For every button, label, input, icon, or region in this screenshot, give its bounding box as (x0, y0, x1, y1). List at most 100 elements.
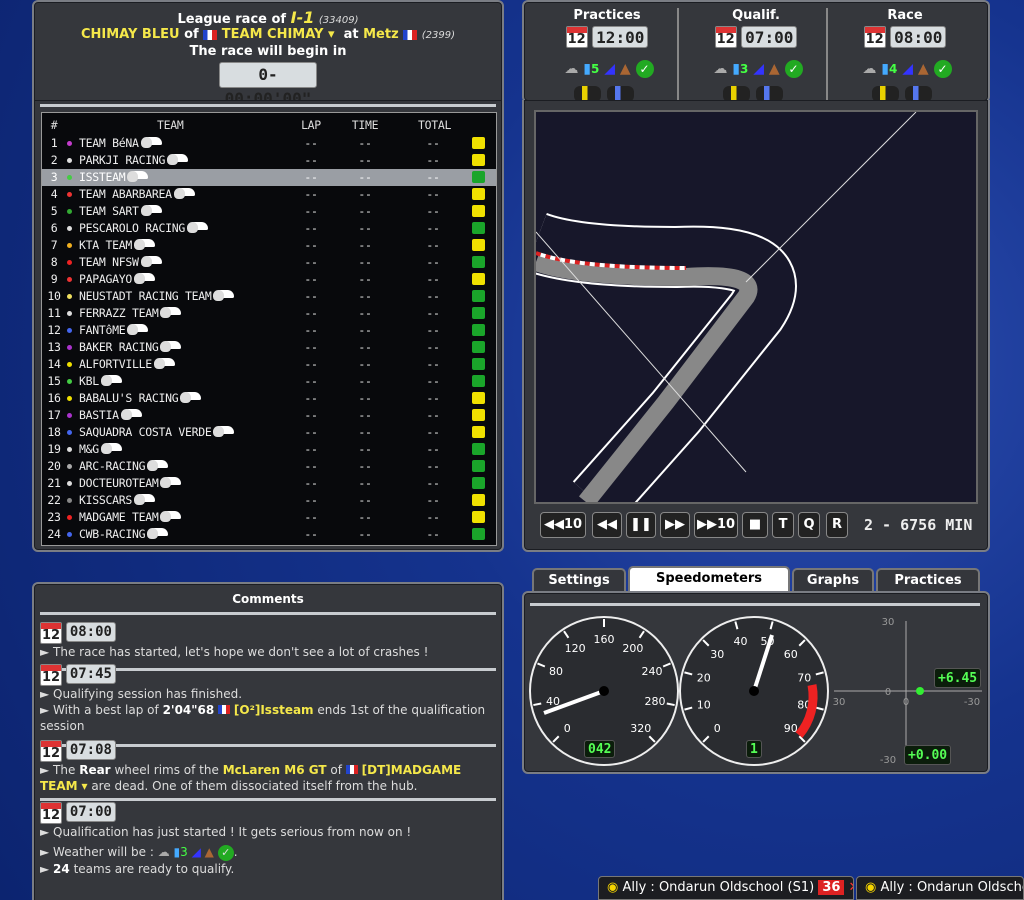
team-name[interactable]: SAQUADRA COSTA VERDE (79, 425, 235, 439)
chat-tab[interactable]: ◉ Ally : Ondarun Oldschool (S1) 36 ✕ (598, 876, 854, 900)
track-map[interactable] (525, 110, 978, 523)
rain-cloud-icon: ☁ (157, 845, 170, 859)
table-row[interactable]: 2 PARKJI RACING -- -- -- (42, 152, 496, 169)
team-name[interactable]: KBL (79, 374, 122, 388)
team-name[interactable]: TEAM SART (79, 204, 162, 218)
stop-button[interactable]: ■ (742, 512, 768, 538)
table-row[interactable]: 11 FERRAZZ TEAM -- -- -- (42, 305, 496, 322)
team-name[interactable]: KISSCARS (79, 493, 155, 507)
header-time[interactable]: TIME (350, 118, 380, 132)
table-row[interactable]: 9 PAPAGAYO -- -- -- (42, 271, 496, 288)
table-row[interactable]: 14 ALFORTVILLE -- -- -- (42, 356, 496, 373)
position: 8 (50, 255, 58, 269)
comments-title: Comments (232, 592, 304, 606)
table-row[interactable]: 17 BASTIA -- -- -- (42, 407, 496, 424)
table-row[interactable]: 22 KISSCARS -- -- -- (42, 492, 496, 509)
team-color-dot (67, 515, 72, 520)
divider (677, 8, 679, 102)
team-name[interactable]: M&G (79, 442, 122, 456)
team-name[interactable]: TEAM NFSW (79, 255, 162, 269)
team-name[interactable]: PESCAROLO RACING (79, 221, 208, 235)
position: 17 (47, 408, 61, 422)
team-name[interactable]: BASTIA (79, 408, 142, 422)
forward-10-button[interactable]: ▶▶10 (694, 512, 738, 538)
table-row[interactable]: 5 TEAM SART -- -- -- (42, 203, 496, 220)
total-value: -- (426, 510, 440, 524)
table-row[interactable]: 21 DOCTEUROTEAM -- -- -- (42, 475, 496, 492)
table-row[interactable]: 7 KTA TEAM -- -- -- (42, 237, 496, 254)
table-row[interactable]: 8 TEAM NFSW -- -- -- (42, 254, 496, 271)
divider (40, 798, 496, 801)
table-row[interactable]: 18 SAQUADRA COSTA VERDE -- -- -- (42, 424, 496, 441)
header-pos: # (50, 118, 58, 132)
team2-link[interactable]: TEAM CHIMAY (222, 27, 324, 42)
team-name[interactable]: ARC-RACING (79, 459, 169, 473)
pause-button[interactable]: ❚❚ (626, 512, 656, 538)
team-name[interactable]: BAKER RACING (79, 340, 182, 354)
league-prefix: League race of (177, 12, 287, 27)
table-row[interactable]: 12 FANTôME -- -- -- (42, 322, 496, 339)
tab-speedometers[interactable]: Speedometers (628, 566, 790, 594)
lap-value: -- (304, 272, 318, 286)
table-row[interactable]: 23 MADGAME TEAM -- -- -- (42, 509, 496, 526)
table-row[interactable]: 13 BAKER RACING -- -- -- (42, 339, 496, 356)
qualif-view-button[interactable]: Q (798, 512, 820, 538)
team-name[interactable]: TEAM ABARBAREA (79, 187, 195, 201)
table-row[interactable]: 1 TEAM BéNA -- -- -- (42, 135, 496, 152)
wind-icon: ◢ (604, 61, 616, 77)
total-value: -- (426, 238, 440, 252)
table-row[interactable]: 3 ISSTEAM -- -- -- (42, 169, 496, 186)
rewind-button[interactable]: ◀◀ (592, 512, 622, 538)
chat-tab[interactable]: ◉ Ally : Ondarun Oldschool (856, 876, 1024, 900)
header-lap[interactable]: LAP (296, 118, 326, 132)
flag-icon (472, 324, 485, 336)
header-team[interactable]: TEAM (157, 118, 184, 132)
team-name[interactable]: TEAM BéNA (79, 136, 162, 150)
flag-icon (472, 528, 485, 540)
g-axis-label: 0 (903, 697, 909, 708)
table-row[interactable]: 6 PESCAROLO RACING -- -- -- (42, 220, 496, 237)
team-name[interactable]: PARKJI RACING (79, 153, 189, 167)
table-row[interactable]: 20 ARC-RACING -- -- -- (42, 458, 496, 475)
total-value: -- (426, 374, 440, 388)
table-row[interactable]: 19 M&G -- -- -- (42, 441, 496, 458)
team-name[interactable]: KTA TEAM (79, 238, 155, 252)
team-name[interactable]: BABALU'S RACING (79, 391, 202, 405)
header-total[interactable]: TOTAL (418, 118, 451, 132)
table-row[interactable]: 15 KBL -- -- -- (42, 373, 496, 390)
dropdown-arrow-icon[interactable]: ▾ (328, 27, 335, 42)
race-view-button[interactable]: R (826, 512, 848, 538)
close-icon[interactable]: ✕ (849, 880, 853, 895)
dropdown-arrow-icon[interactable]: ▾ (81, 779, 87, 793)
total-value: -- (426, 323, 440, 337)
table-row[interactable]: 16 BABALU'S RACING -- -- -- (42, 390, 496, 407)
team-name[interactable]: FERRAZZ TEAM (79, 306, 182, 320)
g-force-dot (916, 687, 924, 695)
team-link[interactable]: [O²]Issteam (234, 703, 314, 717)
total-value: -- (426, 255, 440, 269)
training-view-button[interactable]: T (772, 512, 794, 538)
table-row[interactable]: 10 NEUSTADT RACING TEAM -- -- -- (42, 288, 496, 305)
league-name[interactable]: I-1 (291, 8, 315, 27)
team-name[interactable]: FANTôME (79, 323, 149, 337)
team-name[interactable]: ISSTEAM (79, 170, 149, 184)
table-row[interactable]: 4 TEAM ABARBAREA -- -- -- (42, 186, 496, 203)
helmet-icon (127, 324, 139, 335)
helmet-icon (147, 528, 159, 539)
team-name[interactable]: CWB-RACING (79, 527, 169, 541)
time-value: -- (358, 357, 372, 371)
team-name[interactable]: DOCTEUROTEAM (79, 476, 182, 490)
team-name[interactable]: PAPAGAYO (79, 272, 155, 286)
calendar-icon: 12 (714, 26, 737, 48)
position: 10 (47, 289, 61, 303)
matchup-line: CHIMAY BLEU of TEAM CHIMAY ▾ at Metz (23… (34, 27, 502, 42)
city-link[interactable]: Metz (363, 27, 399, 42)
team-name[interactable]: MADGAME TEAM (79, 510, 182, 524)
rewind-10-button[interactable]: ◀◀10 (540, 512, 586, 538)
team1-link[interactable]: CHIMAY BLEU (81, 27, 180, 42)
team-name[interactable]: NEUSTADT RACING TEAM (79, 289, 235, 303)
forward-button[interactable]: ▶▶ (660, 512, 690, 538)
table-row[interactable]: 24 CWB-RACING -- -- -- (42, 526, 496, 543)
total-value: -- (426, 187, 440, 201)
team-name[interactable]: ALFORTVILLE (79, 357, 175, 371)
